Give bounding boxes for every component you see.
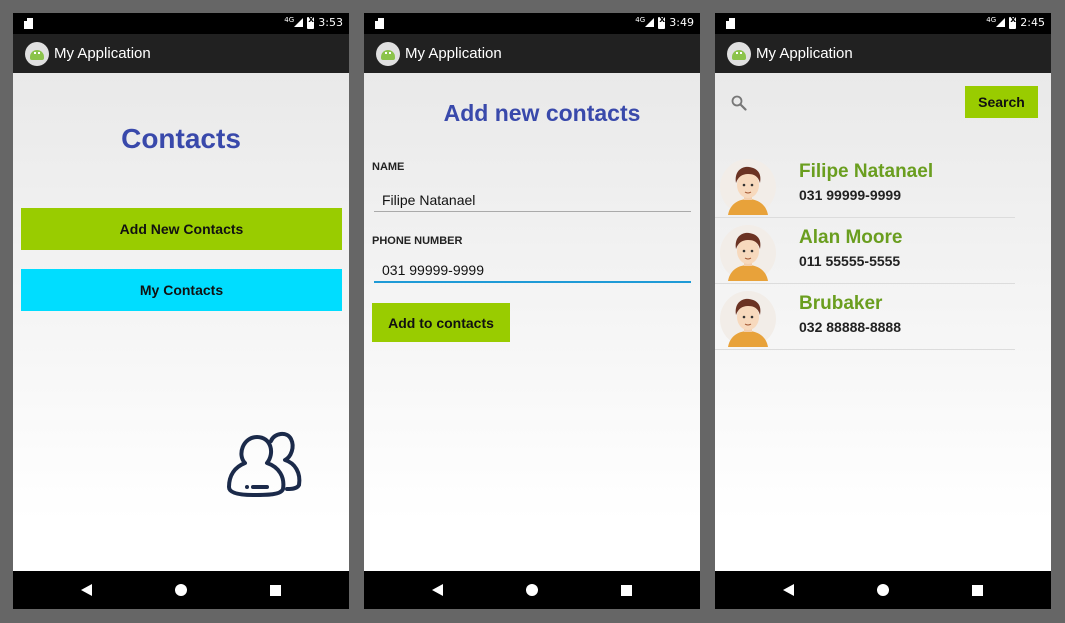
- recent-apps-icon[interactable]: [621, 585, 632, 596]
- sim-card-icon: [24, 18, 33, 29]
- app-title: My Application: [405, 45, 502, 62]
- app-bar: My Application: [715, 34, 1051, 73]
- contact-name: Filipe Natanael: [799, 161, 934, 182]
- name-label: NAME: [372, 161, 405, 173]
- contact-name: Alan Moore: [799, 227, 903, 248]
- phone-screen-contact-list: 4G 2:45 My Application Search: [715, 13, 1051, 609]
- navigation-bar: [715, 571, 1051, 609]
- navigation-bar: [13, 571, 349, 609]
- status-bar: 4G 3:53: [13, 13, 349, 34]
- list-item[interactable]: Brubaker 032 88888-8888: [715, 284, 1015, 350]
- home-icon[interactable]: [526, 584, 538, 596]
- contact-name: Brubaker: [799, 293, 883, 314]
- signal-icon: [645, 18, 655, 27]
- page-title: Contacts: [121, 123, 241, 154]
- phone-screen-home: 4G 3:53 My Application Contacts Add New …: [13, 13, 349, 609]
- navigation-bar: [364, 571, 700, 609]
- list-item[interactable]: Alan Moore 011 55555-5555: [715, 218, 1015, 284]
- list-item[interactable]: Filipe Natanael 031 99999-9999: [715, 152, 1015, 218]
- contacts-group-icon: [227, 432, 302, 497]
- avatar: [720, 291, 776, 347]
- avatar: [720, 225, 776, 281]
- status-bar: 4G 2:45: [715, 13, 1051, 34]
- contact-phone: 011 55555-5555: [799, 253, 901, 269]
- home-icon[interactable]: [175, 584, 187, 596]
- contact-phone: 032 88888-8888: [799, 319, 901, 335]
- avatar: [720, 159, 776, 215]
- android-app-icon: [727, 41, 751, 66]
- status-time: 2:45: [1020, 16, 1045, 29]
- page-title: Add new contacts: [443, 100, 641, 126]
- back-icon[interactable]: [783, 584, 794, 596]
- phone-number-label: PHONE NUMBER: [372, 235, 463, 247]
- battery-icon: [1009, 15, 1017, 29]
- signal-icon: [996, 18, 1006, 27]
- app-title: My Application: [54, 45, 151, 62]
- add-to-contacts-button[interactable]: Add to contacts: [372, 303, 510, 342]
- add-contact-content: Add new contacts NAME PHONE NUMBER Add t…: [364, 73, 700, 571]
- add-new-contacts-button[interactable]: Add New Contacts: [21, 208, 342, 250]
- home-content: Contacts Add New Contacts My Contacts: [13, 73, 349, 571]
- search-button[interactable]: Search: [965, 86, 1038, 118]
- status-time: 3:49: [669, 16, 694, 29]
- recent-apps-icon[interactable]: [972, 585, 983, 596]
- sim-card-icon: [375, 18, 384, 29]
- sim-card-icon: [726, 18, 735, 29]
- battery-icon: [307, 15, 315, 29]
- search-input[interactable]: [755, 87, 955, 117]
- back-icon[interactable]: [432, 584, 443, 596]
- back-icon[interactable]: [81, 584, 92, 596]
- phone-screen-add-contact: 4G 3:49 My Application Add new contacts …: [364, 13, 700, 609]
- app-title: My Application: [756, 45, 853, 62]
- search-icon[interactable]: [731, 95, 747, 111]
- my-contacts-button[interactable]: My Contacts: [21, 269, 342, 311]
- app-bar: My Application: [13, 34, 349, 73]
- android-app-icon: [25, 41, 49, 66]
- app-bar: My Application: [364, 34, 700, 73]
- status-bar: 4G 3:49: [364, 13, 700, 34]
- battery-icon: [658, 15, 666, 29]
- home-icon[interactable]: [877, 584, 889, 596]
- name-field[interactable]: [374, 188, 691, 212]
- signal-icon: [294, 18, 304, 27]
- android-app-icon: [376, 41, 400, 66]
- recent-apps-icon[interactable]: [270, 585, 281, 596]
- contact-phone: 031 99999-9999: [799, 187, 901, 203]
- phone-number-field[interactable]: [374, 259, 691, 283]
- contact-list-content: Search Filipe Natanael 031 99999-9999 Al…: [715, 73, 1051, 571]
- status-time: 3:53: [318, 16, 343, 29]
